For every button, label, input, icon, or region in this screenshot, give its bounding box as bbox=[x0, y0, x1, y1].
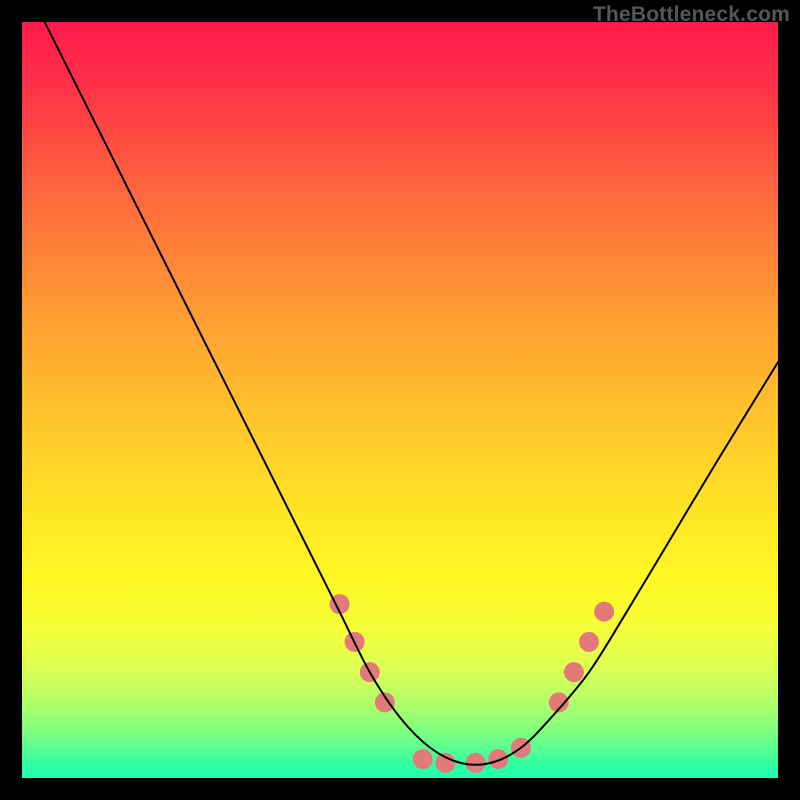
marker-dot bbox=[413, 749, 433, 769]
marker-dot bbox=[435, 753, 455, 773]
marker-dots bbox=[330, 594, 615, 773]
curve-layer bbox=[22, 22, 778, 778]
plot-area bbox=[22, 22, 778, 778]
marker-dot bbox=[466, 753, 486, 773]
marker-dot bbox=[564, 662, 584, 682]
marker-dot bbox=[488, 749, 508, 769]
chart-frame: TheBottleneck.com bbox=[0, 0, 800, 800]
watermark-text: TheBottleneck.com bbox=[593, 3, 790, 27]
bottleneck-curve bbox=[45, 22, 778, 765]
marker-dot bbox=[579, 632, 599, 652]
marker-dot bbox=[594, 602, 614, 622]
